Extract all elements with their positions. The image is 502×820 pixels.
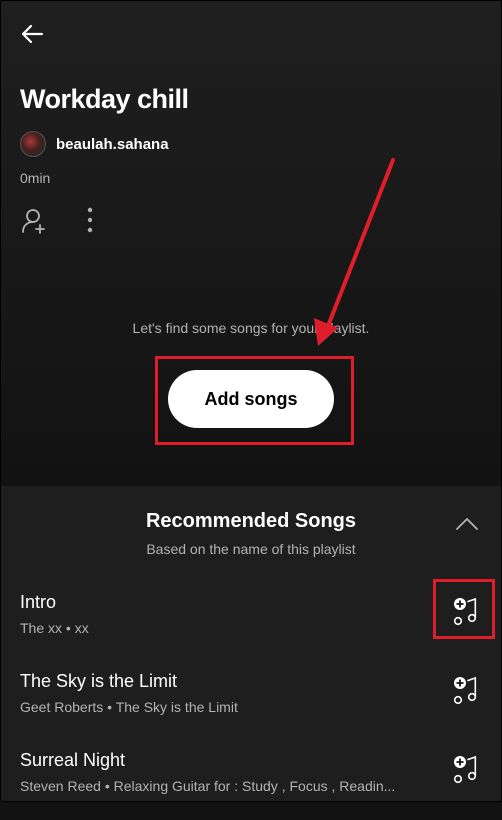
screen-border bbox=[0, 0, 502, 802]
